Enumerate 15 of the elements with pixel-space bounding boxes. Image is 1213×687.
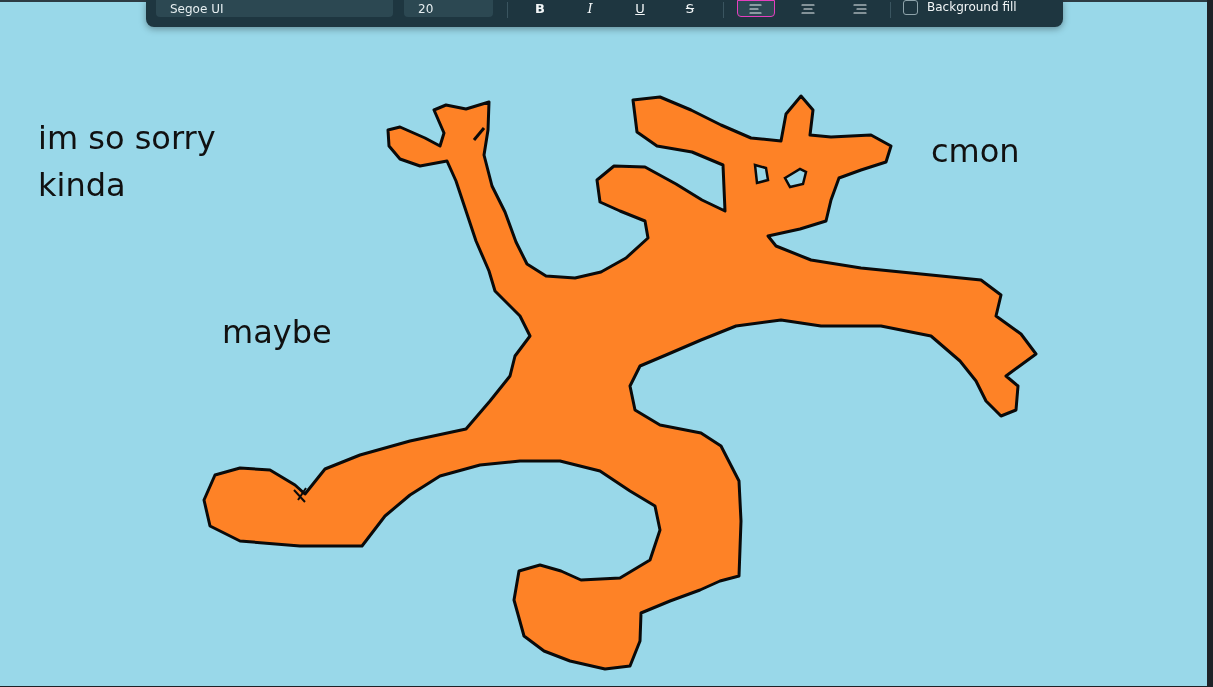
bold-button[interactable]: B <box>520 0 560 16</box>
font-size-dropdown[interactable]: 20 <box>404 0 493 17</box>
background-fill-checkbox[interactable] <box>903 0 918 15</box>
font-dropdown[interactable]: Segoe UI <box>156 0 393 17</box>
align-left-icon <box>749 3 763 14</box>
canvas-text: maybe <box>222 312 332 353</box>
canvas-text: cmon <box>931 131 1020 172</box>
background-fill-label[interactable]: Background fill <box>927 0 1017 15</box>
italic-button[interactable]: I <box>570 0 610 16</box>
canvas-text: im so sorry kinda <box>38 118 216 206</box>
align-right-icon <box>853 3 867 14</box>
underline-button[interactable]: U <box>620 0 660 16</box>
align-left-button[interactable] <box>737 0 775 17</box>
strikethrough-button[interactable]: S <box>670 0 710 16</box>
align-center-icon <box>801 3 815 14</box>
